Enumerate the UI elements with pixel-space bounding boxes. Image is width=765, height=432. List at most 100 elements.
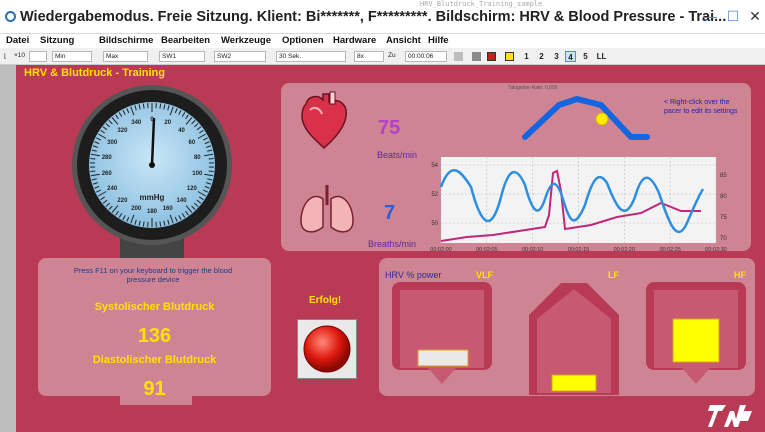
bp-instruction: Press F11 on your keyboard to trigger th…	[73, 266, 233, 284]
chart-right-tick: 70	[720, 236, 727, 242]
diastolic-value: 91	[143, 378, 166, 400]
close-button[interactable]: ✕	[745, 7, 765, 25]
min-dropdown[interactable]: Min	[52, 51, 92, 62]
page-3-button[interactable]: 3	[551, 51, 562, 62]
chart-x-tick: 00:02:25	[659, 247, 680, 253]
pacer-ball	[595, 112, 609, 126]
chart-x-tick: 00:02:10	[522, 247, 543, 253]
lungs-icon	[300, 185, 354, 233]
gauge-tick-label: 80	[194, 155, 201, 161]
blood-pressure-gauge: 0 204060801001201401601802002202402602803…	[72, 85, 232, 273]
gauge-tick	[90, 158, 96, 160]
grid-dropdown[interactable]	[29, 51, 47, 62]
chart-x-tick: 00:02:30	[705, 247, 726, 253]
gauge-unit: mmHg	[140, 193, 165, 202]
menu-optionen[interactable]: Optionen	[282, 35, 324, 46]
vlf-label: VLF	[476, 270, 493, 280]
diastolic-label: Diastolischer Blutdruck	[92, 354, 217, 366]
lf-level	[551, 374, 597, 392]
page-2-button[interactable]: 2	[536, 51, 547, 62]
gauge-tick	[142, 103, 145, 109]
gauge-tick-label: 220	[117, 198, 128, 204]
gauge-tick-label: 20	[164, 120, 171, 126]
application-window: HRV_Blutdruck_Training_sample Wiedergabe…	[0, 0, 765, 432]
gauge-tick	[208, 158, 214, 160]
dark-square-icon[interactable]	[472, 52, 481, 61]
gauge-tick-label: 240	[107, 186, 118, 192]
gauge-tick-label: 180	[147, 209, 158, 215]
maximize-button[interactable]: ☐	[723, 7, 743, 25]
gauge-tick-label: 260	[102, 171, 113, 177]
heart-icon	[301, 91, 347, 150]
window-title: Wiedergabemodus. Freie Sitzung. Klient: …	[20, 9, 727, 25]
breathing-pacer[interactable]	[521, 91, 653, 141]
hf-label: HF	[734, 270, 746, 280]
breath-rate-value: 7	[384, 202, 396, 224]
chart-x-tick: 00:02:15	[568, 247, 589, 253]
gauge-tick	[159, 103, 162, 109]
gauge-tick-label: 140	[177, 198, 188, 204]
menu-bearbeiten[interactable]: Bearbeiten	[161, 35, 210, 46]
menu-datei[interactable]: Datei	[6, 35, 29, 46]
grey-square-icon[interactable]	[454, 52, 463, 61]
vlf-level	[417, 349, 469, 367]
menu-bildschirme[interactable]: Bildschirme	[99, 35, 153, 46]
breath-rate-unit: Breaths/min	[368, 239, 417, 249]
heart-rate-value: 75	[378, 117, 401, 139]
gauge-tick	[90, 170, 96, 172]
toolbar: ⌊ ×10 Min Max SW1 SW2 30 Sek. 8x Zu 00:0…	[0, 48, 765, 65]
chart-x-tick: 00:02:20	[614, 247, 635, 253]
record-icon[interactable]	[487, 52, 496, 61]
left-strip	[0, 65, 16, 432]
lf-power-bar	[529, 283, 619, 395]
cursor-icon[interactable]: ⌊	[4, 52, 7, 60]
chart-left-tick: 50	[431, 221, 438, 227]
success-label: Erfolg!	[309, 295, 342, 306]
gauge-tick-label: 320	[117, 128, 128, 134]
menu-werkzeuge[interactable]: Werkzeuge	[221, 35, 271, 46]
interval-dropdown[interactable]: 30 Sek.	[276, 51, 346, 62]
time-field[interactable]: 00:00:06	[405, 51, 447, 62]
menu-ansicht[interactable]: Ansicht	[386, 35, 421, 46]
title-bar: HRV_Blutdruck_Training_sample Wiedergabe…	[0, 0, 765, 34]
max-dropdown[interactable]: Max	[103, 51, 148, 62]
vlf-power-bar	[392, 282, 492, 384]
chart-right-tick: 75	[720, 215, 727, 221]
hr-chart: 54 52 50 85 80 75 70 00:02:00 00:02:05 00:02:10…	[430, 157, 727, 253]
menu-hilfe[interactable]: Hilfe	[428, 35, 449, 46]
zu-label: Zu	[388, 52, 396, 59]
chart-right-tick: 85	[720, 173, 727, 179]
layout-button[interactable]: LL	[596, 51, 607, 62]
page-5-button[interactable]: 5	[580, 51, 591, 62]
gauge-tick-label: 280	[102, 155, 113, 161]
minimize-button[interactable]: —	[700, 7, 720, 25]
gauge-tick	[159, 221, 162, 227]
speed-dropdown[interactable]: 8x	[354, 51, 384, 62]
menu-hardware[interactable]: Hardware	[333, 35, 376, 46]
main-area: HRV & Blutdruck - Training 0 20 40 60 80 100 1…	[16, 65, 765, 432]
chart-x-tick: 00:02:00	[430, 247, 451, 253]
top-strip-text: HRV_Blutdruck_Training_sample	[420, 0, 543, 8]
chart-right-tick: 80	[720, 194, 727, 200]
menu-sitzung[interactable]: Sitzung	[40, 35, 74, 46]
gauge-tick-label: 100	[192, 171, 203, 177]
hrv-title: HRV % power	[385, 270, 442, 280]
gauge-tick-label: 160	[163, 206, 174, 212]
gauge-tick-label: 60	[188, 140, 195, 146]
chart-x-tick: 00:02:05	[476, 247, 497, 253]
app-icon	[5, 11, 16, 22]
pause-icon[interactable]	[505, 52, 514, 61]
gauge-tick-label: 340	[131, 120, 142, 126]
page-4-button[interactable]: 4	[565, 51, 576, 62]
sw1-dropdown[interactable]: SW1	[159, 51, 205, 62]
pacer-note: < Right-click over the pacer to edit its…	[664, 99, 738, 115]
sw2-dropdown[interactable]: SW2	[214, 51, 266, 62]
gauge-tick	[208, 170, 214, 172]
chart-left-tick: 52	[431, 192, 438, 198]
gauge-tick-label: 200	[131, 206, 142, 212]
hf-level	[672, 318, 720, 363]
page-1-button[interactable]: 1	[521, 51, 532, 62]
heart-rate-unit: Beats/min	[377, 150, 418, 160]
gauge-tick-label: 120	[187, 186, 198, 192]
systolic-value: 136	[137, 325, 172, 347]
